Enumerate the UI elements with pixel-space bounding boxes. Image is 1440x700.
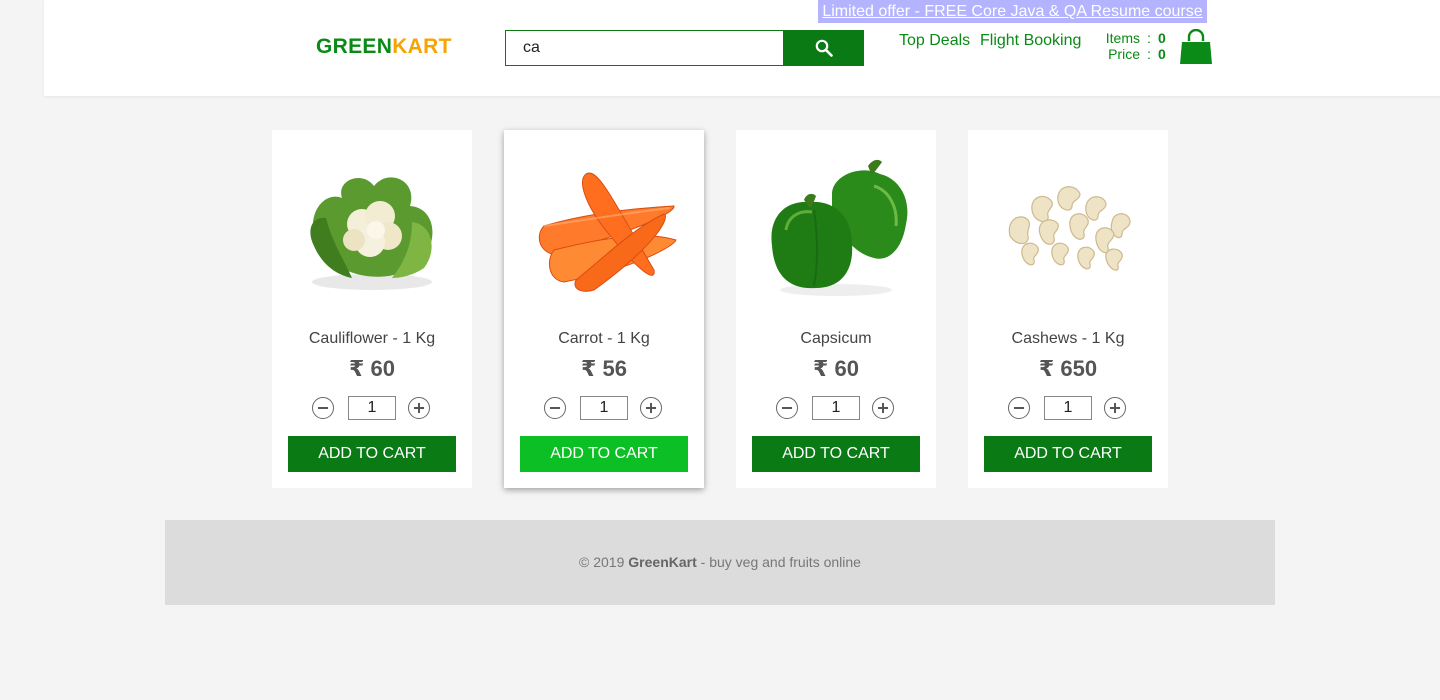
footer-copyright: © 2019 bbox=[579, 554, 629, 570]
cart-info: Items : 0 Price : 0 bbox=[1094, 30, 1172, 62]
minus-icon bbox=[318, 407, 328, 409]
product-name: Carrot - 1 Kg bbox=[558, 330, 650, 347]
cart-price-label: Price bbox=[1108, 46, 1140, 62]
product-name: Capsicum bbox=[800, 330, 872, 347]
increment-button[interactable] bbox=[640, 397, 662, 419]
search-icon bbox=[815, 39, 833, 57]
quantity-input[interactable] bbox=[348, 396, 396, 420]
increment-button[interactable] bbox=[408, 397, 430, 419]
increment-button[interactable] bbox=[872, 397, 894, 419]
product-card: Capsicum ₹ 60 ADD TO CART bbox=[736, 130, 936, 488]
minus-icon bbox=[782, 407, 792, 409]
logo-kart: KART bbox=[392, 35, 452, 58]
quantity-input[interactable] bbox=[1044, 396, 1092, 420]
top-deals-link[interactable]: Top Deals bbox=[899, 32, 970, 50]
quantity-input[interactable] bbox=[812, 396, 860, 420]
plus-icon bbox=[878, 403, 888, 413]
product-card: Cauliflower - 1 Kg ₹ 60 ADD TO CART bbox=[272, 130, 472, 488]
search-input[interactable] bbox=[505, 30, 784, 66]
cart-items-label: Items bbox=[1105, 30, 1140, 46]
cauliflower-image[interactable] bbox=[292, 150, 452, 310]
footer-brand: GreenKart bbox=[628, 554, 697, 570]
product-grid: Cauliflower - 1 Kg ₹ 60 ADD TO CART bbox=[272, 130, 1168, 488]
flight-booking-link[interactable]: Flight Booking bbox=[980, 32, 1081, 50]
minus-icon bbox=[550, 407, 560, 409]
carrot-image[interactable] bbox=[524, 150, 684, 310]
cart-price-colon: : bbox=[1147, 46, 1151, 62]
cart-icon[interactable] bbox=[1179, 28, 1213, 70]
decrement-button[interactable] bbox=[1008, 397, 1030, 419]
add-to-cart-button[interactable]: ADD TO CART bbox=[288, 436, 456, 472]
minus-icon bbox=[1014, 407, 1024, 409]
product-price: ₹ 650 bbox=[1038, 356, 1098, 381]
capsicum-image[interactable] bbox=[756, 150, 916, 310]
quantity-stepper bbox=[312, 396, 432, 420]
logo[interactable]: GREENKART bbox=[316, 35, 452, 59]
decrement-button[interactable] bbox=[776, 397, 798, 419]
plus-icon bbox=[414, 403, 424, 413]
quantity-stepper bbox=[1008, 396, 1128, 420]
quantity-input[interactable] bbox=[580, 396, 628, 420]
cart-items-value: 0 bbox=[1158, 30, 1166, 46]
header: Limited offer - FREE Core Java & QA Resu… bbox=[44, 0, 1440, 96]
limited-offer-link[interactable]: Limited offer - FREE Core Java & QA Resu… bbox=[818, 0, 1207, 23]
product-price: ₹ 56 bbox=[581, 356, 627, 381]
plus-icon bbox=[1110, 403, 1120, 413]
add-to-cart-button[interactable]: ADD TO CART bbox=[520, 436, 688, 472]
add-to-cart-button[interactable]: ADD TO CART bbox=[984, 436, 1152, 472]
footer: © 2019 GreenKart - buy veg and fruits on… bbox=[165, 520, 1275, 605]
quantity-stepper bbox=[776, 396, 896, 420]
add-to-cart-button[interactable]: ADD TO CART bbox=[752, 436, 920, 472]
product-name: Cauliflower - 1 Kg bbox=[308, 330, 436, 347]
decrement-button[interactable] bbox=[312, 397, 334, 419]
product-card: Carrot - 1 Kg ₹ 56 ADD TO CART bbox=[504, 130, 704, 488]
decrement-button[interactable] bbox=[544, 397, 566, 419]
product-price: ₹ 60 bbox=[813, 356, 859, 381]
quantity-stepper bbox=[544, 396, 664, 420]
product-card: Cashews - 1 Kg ₹ 650 ADD TO CART bbox=[968, 130, 1168, 488]
search-button[interactable] bbox=[783, 30, 864, 66]
cart-price-row: Price : 0 bbox=[1094, 46, 1172, 62]
increment-button[interactable] bbox=[1104, 397, 1126, 419]
product-price: ₹ 60 bbox=[349, 356, 395, 381]
product-name: Cashews - 1 Kg bbox=[1011, 330, 1125, 347]
cart-price-value: 0 bbox=[1158, 46, 1166, 62]
cart-items-colon: : bbox=[1147, 30, 1151, 46]
logo-green: GREEN bbox=[316, 35, 393, 58]
footer-tagline: - buy veg and fruits online bbox=[696, 554, 861, 570]
plus-icon bbox=[646, 403, 656, 413]
cashews-image[interactable] bbox=[988, 150, 1148, 310]
cart-items-row: Items : 0 bbox=[1094, 30, 1172, 46]
